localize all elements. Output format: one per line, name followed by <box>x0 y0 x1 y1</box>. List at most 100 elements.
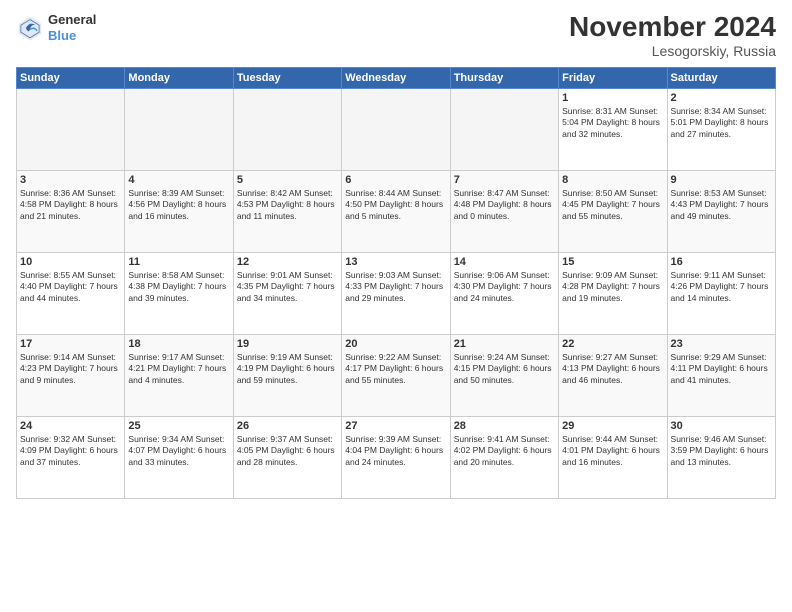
calendar-header-row: SundayMondayTuesdayWednesdayThursdayFrid… <box>17 67 776 88</box>
calendar-cell: 10Sunrise: 8:55 AM Sunset: 4:40 PM Dayli… <box>17 252 125 334</box>
day-number: 26 <box>237 420 338 432</box>
calendar-cell: 19Sunrise: 9:19 AM Sunset: 4:19 PM Dayli… <box>233 334 341 416</box>
day-info: Sunrise: 9:46 AM Sunset: 3:59 PM Dayligh… <box>671 434 772 468</box>
day-info: Sunrise: 9:37 AM Sunset: 4:05 PM Dayligh… <box>237 434 338 468</box>
calendar-cell: 24 Sunrise: 9:32 AM Sunset: 4:09 PM Dayli… <box>17 416 125 498</box>
calendar-header-wednesday: Wednesday <box>342 67 450 88</box>
day-info: Sunrise: 8:47 AM Sunset: 4:48 PM Dayligh… <box>454 188 555 222</box>
day-info: Sunrise: 9:41 AM Sunset: 4:02 PM Dayligh… <box>454 434 555 468</box>
calendar-cell <box>342 88 450 170</box>
calendar-week-row: 3Sunrise: 8:36 AM Sunset: 4:58 PM Daylig… <box>17 170 776 252</box>
calendar: SundayMondayTuesdayWednesdayThursdayFrid… <box>16 67 776 499</box>
calendar-cell: 25 Sunrise: 9:34 AM Sunset: 4:07 PM Dayli… <box>125 416 233 498</box>
day-number: 13 <box>345 256 446 268</box>
logo-text: General Blue <box>48 12 96 43</box>
calendar-cell: 15 Sunrise: 9:09 AM Sunset: 4:28 PM Dayli… <box>559 252 667 334</box>
day-number: 12 <box>237 256 338 268</box>
day-info: Sunrise: 9:27 AM Sunset: 4:13 PM Dayligh… <box>562 352 663 386</box>
day-info: Sunrise: 9:24 AM Sunset: 4:15 PM Dayligh… <box>454 352 555 386</box>
calendar-cell <box>17 88 125 170</box>
day-number: 23 <box>671 338 772 350</box>
calendar-cell <box>450 88 558 170</box>
day-info: Sunrise: 8:44 AM Sunset: 4:50 PM Dayligh… <box>345 188 446 222</box>
day-number: 6 <box>345 174 446 186</box>
day-info: Sunrise: 8:36 AM Sunset: 4:58 PM Dayligh… <box>20 188 121 222</box>
day-info: Sunrise: 9:03 AM Sunset: 4:33 PM Dayligh… <box>345 270 446 304</box>
day-number: 10 <box>20 256 121 268</box>
day-number: 25 <box>128 420 229 432</box>
calendar-cell: 9Sunrise: 8:53 AM Sunset: 4:43 PM Daylig… <box>667 170 775 252</box>
calendar-cell: 16Sunrise: 9:11 AM Sunset: 4:26 PM Dayli… <box>667 252 775 334</box>
day-info: Sunrise: 9:01 AM Sunset: 4:35 PM Dayligh… <box>237 270 338 304</box>
calendar-cell: 22 Sunrise: 9:27 AM Sunset: 4:13 PM Dayli… <box>559 334 667 416</box>
calendar-week-row: 24 Sunrise: 9:32 AM Sunset: 4:09 PM Dayli… <box>17 416 776 498</box>
logo-icon <box>16 14 44 42</box>
calendar-cell: 18Sunrise: 9:17 AM Sunset: 4:21 PM Dayli… <box>125 334 233 416</box>
header: General Blue November 2024 Lesogorskiy, … <box>16 12 776 59</box>
logo-line1: General <box>48 12 96 28</box>
calendar-cell <box>233 88 341 170</box>
day-number: 2 <box>671 92 772 104</box>
day-info: Sunrise: 9:14 AM Sunset: 4:23 PM Dayligh… <box>20 352 121 386</box>
calendar-cell: 14Sunrise: 9:06 AM Sunset: 4:30 PM Dayli… <box>450 252 558 334</box>
day-number: 30 <box>671 420 772 432</box>
calendar-cell: 6 Sunrise: 8:44 AM Sunset: 4:50 PM Daylig… <box>342 170 450 252</box>
day-info: Sunrise: 8:39 AM Sunset: 4:56 PM Dayligh… <box>128 188 229 222</box>
day-info: Sunrise: 9:34 AM Sunset: 4:07 PM Dayligh… <box>128 434 229 468</box>
day-number: 5 <box>237 174 338 186</box>
day-number: 21 <box>454 338 555 350</box>
calendar-cell: 21 Sunrise: 9:24 AM Sunset: 4:15 PM Dayli… <box>450 334 558 416</box>
day-info: Sunrise: 9:19 AM Sunset: 4:19 PM Dayligh… <box>237 352 338 386</box>
calendar-cell: 8Sunrise: 8:50 AM Sunset: 4:45 PM Daylig… <box>559 170 667 252</box>
calendar-cell: 7 Sunrise: 8:47 AM Sunset: 4:48 PM Daylig… <box>450 170 558 252</box>
calendar-cell <box>125 88 233 170</box>
calendar-header-friday: Friday <box>559 67 667 88</box>
logo-line2: Blue <box>48 28 96 44</box>
calendar-cell: 30 Sunrise: 9:46 AM Sunset: 3:59 PM Dayli… <box>667 416 775 498</box>
day-info: Sunrise: 9:09 AM Sunset: 4:28 PM Dayligh… <box>562 270 663 304</box>
day-number: 11 <box>128 256 229 268</box>
day-info: Sunrise: 9:44 AM Sunset: 4:01 PM Dayligh… <box>562 434 663 468</box>
calendar-cell: 5 Sunrise: 8:42 AM Sunset: 4:53 PM Daylig… <box>233 170 341 252</box>
calendar-cell: 3Sunrise: 8:36 AM Sunset: 4:58 PM Daylig… <box>17 170 125 252</box>
day-info: Sunrise: 9:22 AM Sunset: 4:17 PM Dayligh… <box>345 352 446 386</box>
day-number: 15 <box>562 256 663 268</box>
calendar-cell: 26 Sunrise: 9:37 AM Sunset: 4:05 PM Dayli… <box>233 416 341 498</box>
calendar-week-row: 17 Sunrise: 9:14 AM Sunset: 4:23 PM Dayli… <box>17 334 776 416</box>
subtitle: Lesogorskiy, Russia <box>569 43 776 59</box>
day-number: 24 <box>20 420 121 432</box>
day-number: 22 <box>562 338 663 350</box>
calendar-cell: 12 Sunrise: 9:01 AM Sunset: 4:35 PM Dayli… <box>233 252 341 334</box>
day-info: Sunrise: 9:39 AM Sunset: 4:04 PM Dayligh… <box>345 434 446 468</box>
title-block: November 2024 Lesogorskiy, Russia <box>569 12 776 59</box>
month-title: November 2024 <box>569 12 776 43</box>
calendar-cell: 1Sunrise: 8:31 AM Sunset: 5:04 PM Daylig… <box>559 88 667 170</box>
calendar-cell: 17 Sunrise: 9:14 AM Sunset: 4:23 PM Dayli… <box>17 334 125 416</box>
calendar-cell: 2 Sunrise: 8:34 AM Sunset: 5:01 PM Daylig… <box>667 88 775 170</box>
calendar-cell: 28 Sunrise: 9:41 AM Sunset: 4:02 PM Dayli… <box>450 416 558 498</box>
calendar-cell: 29Sunrise: 9:44 AM Sunset: 4:01 PM Dayli… <box>559 416 667 498</box>
day-info: Sunrise: 8:42 AM Sunset: 4:53 PM Dayligh… <box>237 188 338 222</box>
calendar-cell: 23Sunrise: 9:29 AM Sunset: 4:11 PM Dayli… <box>667 334 775 416</box>
page: General Blue November 2024 Lesogorskiy, … <box>0 0 792 612</box>
day-number: 20 <box>345 338 446 350</box>
calendar-cell: 11Sunrise: 8:58 AM Sunset: 4:38 PM Dayli… <box>125 252 233 334</box>
day-number: 1 <box>562 92 663 104</box>
day-number: 8 <box>562 174 663 186</box>
calendar-header-monday: Monday <box>125 67 233 88</box>
day-number: 14 <box>454 256 555 268</box>
calendar-week-row: 1Sunrise: 8:31 AM Sunset: 5:04 PM Daylig… <box>17 88 776 170</box>
day-number: 28 <box>454 420 555 432</box>
logo: General Blue <box>16 12 96 43</box>
calendar-cell: 27Sunrise: 9:39 AM Sunset: 4:04 PM Dayli… <box>342 416 450 498</box>
calendar-header-saturday: Saturday <box>667 67 775 88</box>
day-info: Sunrise: 9:11 AM Sunset: 4:26 PM Dayligh… <box>671 270 772 304</box>
calendar-header-tuesday: Tuesday <box>233 67 341 88</box>
day-info: Sunrise: 9:32 AM Sunset: 4:09 PM Dayligh… <box>20 434 121 468</box>
calendar-header-sunday: Sunday <box>17 67 125 88</box>
day-info: Sunrise: 8:34 AM Sunset: 5:01 PM Dayligh… <box>671 106 772 140</box>
calendar-cell: 13 Sunrise: 9:03 AM Sunset: 4:33 PM Dayli… <box>342 252 450 334</box>
calendar-cell: 20 Sunrise: 9:22 AM Sunset: 4:17 PM Dayli… <box>342 334 450 416</box>
day-number: 17 <box>20 338 121 350</box>
day-number: 7 <box>454 174 555 186</box>
